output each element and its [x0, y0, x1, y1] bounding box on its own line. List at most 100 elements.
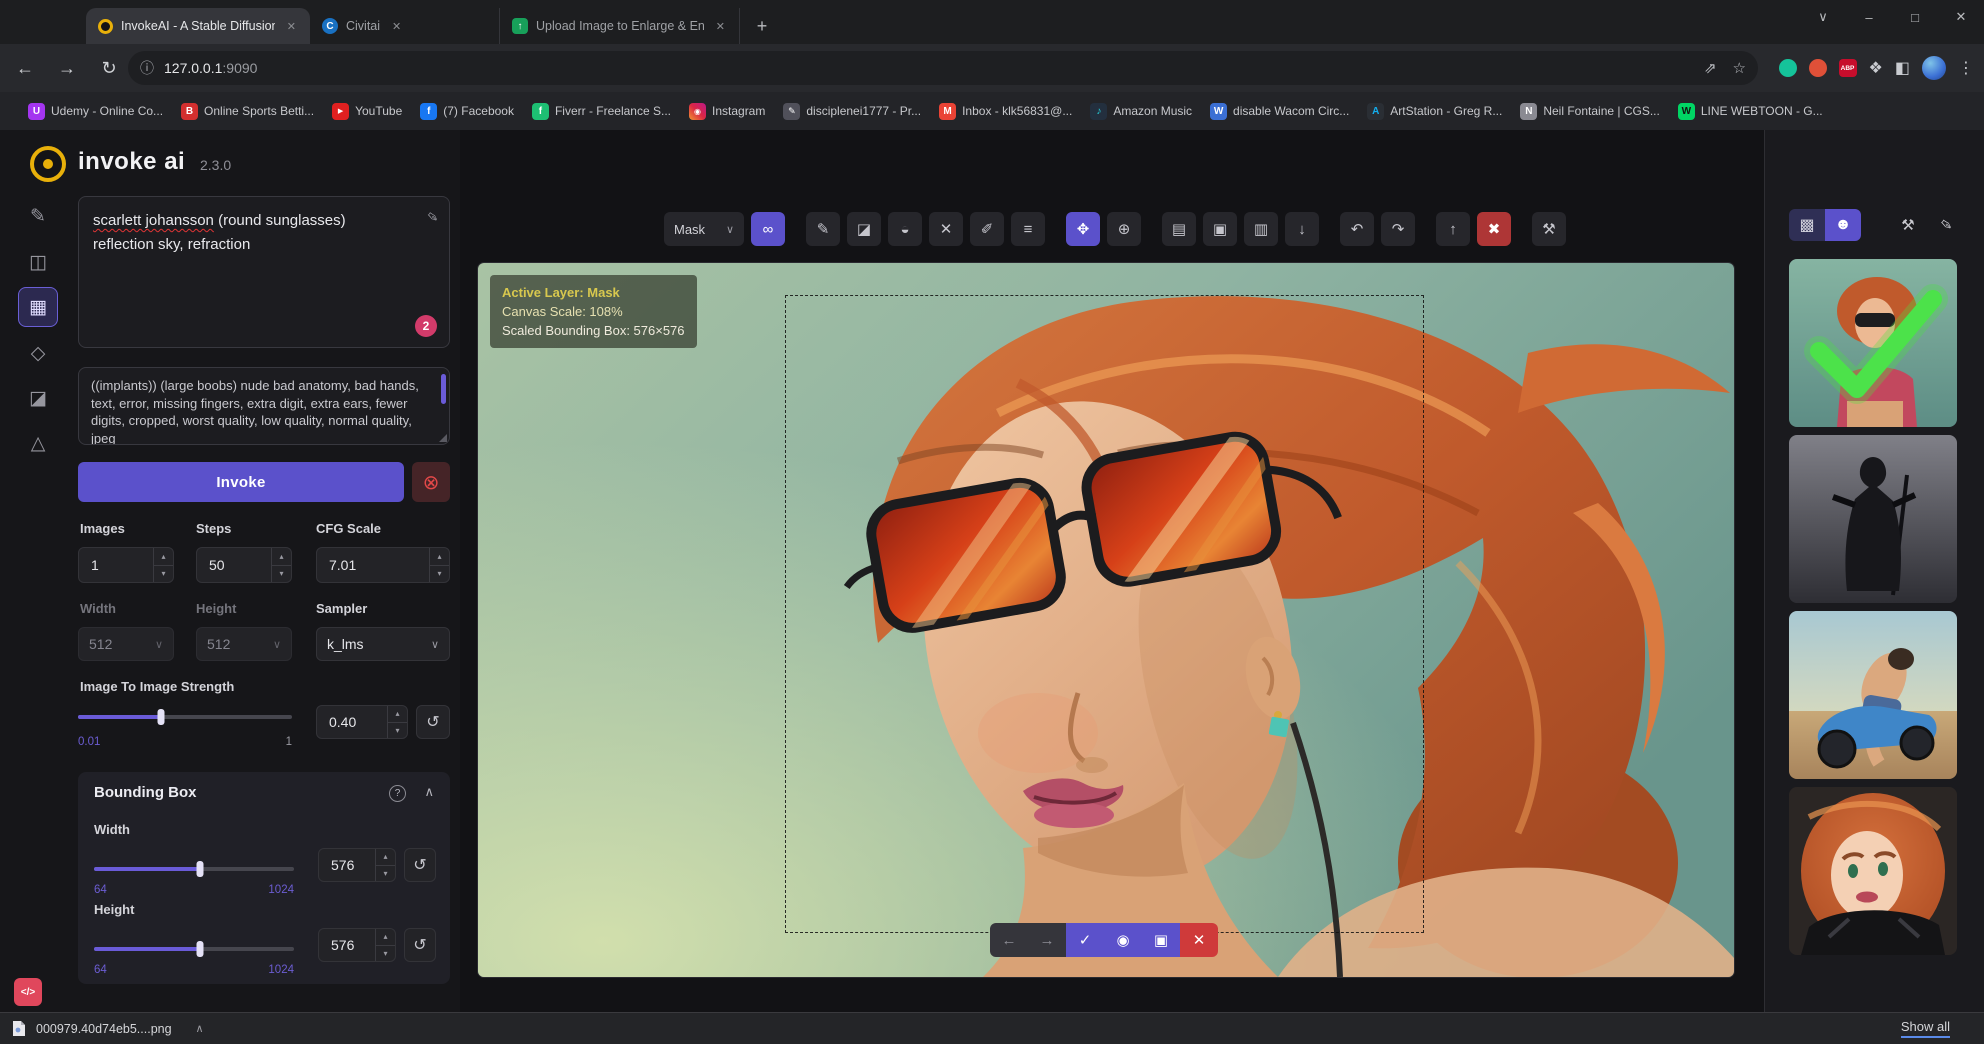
- merge-layers-button[interactable]: ▤: [1162, 212, 1196, 246]
- gallery-user-tab[interactable]: ☻: [1825, 209, 1861, 241]
- bounding-box-outline[interactable]: [785, 295, 1424, 933]
- scrollbar-thumb[interactable]: [441, 374, 446, 404]
- tab-unified-canvas[interactable]: ▦: [18, 287, 58, 327]
- extension-red-icon[interactable]: [1809, 59, 1827, 77]
- forward-button[interactable]: →: [50, 51, 84, 85]
- site-info-icon[interactable]: ⓘ: [140, 58, 154, 78]
- console-toggle-button[interactable]: </>: [14, 978, 42, 1006]
- color-picker-button[interactable]: ✐: [970, 212, 1004, 246]
- share-icon[interactable]: ⇗: [1704, 59, 1717, 77]
- collapse-icon[interactable]: ∧: [424, 784, 434, 800]
- height-select[interactable]: 512∨: [196, 627, 292, 661]
- download-image-button[interactable]: ↓: [1285, 212, 1319, 246]
- unified-canvas[interactable]: Active Layer: Mask Canvas Scale: 108% Sc…: [478, 263, 1734, 977]
- bookmark-sports[interactable]: BOnline Sports Betti...: [181, 103, 314, 120]
- save-staging-button[interactable]: ▣: [1142, 923, 1180, 957]
- bbox-height-input[interactable]: 576 ▴▾: [318, 928, 396, 962]
- stepper[interactable]: ▴▾: [153, 548, 173, 582]
- extension-grammarly-icon[interactable]: [1779, 59, 1797, 77]
- width-select[interactable]: 512∨: [78, 627, 174, 661]
- resize-grip[interactable]: [439, 434, 447, 442]
- invoke-button[interactable]: Invoke: [78, 462, 404, 502]
- browser-tab-invokeai[interactable]: InvokeAI - A Stable Diffusion Tou... ✕: [86, 8, 310, 44]
- bookmark-youtube[interactable]: ▶YouTube: [332, 103, 402, 120]
- reload-button[interactable]: ↻: [92, 51, 126, 85]
- tab-text-to-image[interactable]: ✎: [18, 196, 58, 236]
- bookmark-instagram[interactable]: ◉Instagram: [689, 103, 765, 120]
- download-item[interactable]: 000979.40d74eb5....png ∧: [12, 1020, 204, 1037]
- i2i-strength-slider[interactable]: [78, 708, 292, 724]
- bookmark-inbox[interactable]: MInbox - klk56831@...: [939, 103, 1072, 120]
- tab-search-icon[interactable]: ∨: [1800, 0, 1846, 34]
- bookmark-fiverr[interactable]: fFiverr - Freelance S...: [532, 103, 671, 120]
- help-icon[interactable]: ?: [389, 785, 406, 802]
- save-to-gallery-button[interactable]: ▣: [1203, 212, 1237, 246]
- images-input[interactable]: 1 ▴▾: [78, 547, 174, 583]
- tab-training[interactable]: △: [18, 423, 58, 463]
- back-button[interactable]: ←: [8, 51, 42, 85]
- bbox-height-slider[interactable]: [94, 940, 294, 956]
- side-panel-icon[interactable]: ◧: [1895, 58, 1910, 78]
- brush-options-button[interactable]: ≡: [1011, 212, 1045, 246]
- download-caret-icon[interactable]: ∧: [196, 1022, 204, 1035]
- gallery-settings-button[interactable]: ⚒: [1893, 210, 1923, 240]
- eraser-tool-button[interactable]: ◪: [847, 212, 881, 246]
- next-image-button[interactable]: →: [1028, 923, 1066, 957]
- gallery-thumbnail-3[interactable]: [1789, 611, 1957, 779]
- reset-view-button[interactable]: ⊕: [1107, 212, 1141, 246]
- bbox-height-reset-button[interactable]: ↺: [404, 928, 436, 962]
- stepper[interactable]: ▴▾: [387, 706, 407, 738]
- bbox-width-input[interactable]: 576 ▴▾: [318, 848, 396, 882]
- bookmark-webtoon[interactable]: WLINE WEBTOON - G...: [1678, 103, 1823, 120]
- minimize-button[interactable]: –: [1846, 0, 1892, 34]
- clear-mask-button[interactable]: ✕: [929, 212, 963, 246]
- move-tool-button[interactable]: ✥: [1066, 212, 1100, 246]
- stepper[interactable]: ▴▾: [375, 929, 395, 961]
- gallery-images-tab[interactable]: ▩: [1789, 209, 1825, 241]
- discard-image-button[interactable]: ✕: [1180, 923, 1218, 957]
- gallery-thumbnail-2[interactable]: [1789, 435, 1957, 603]
- cfg-scale-input[interactable]: 7.01 ▴▾: [316, 547, 450, 583]
- copy-to-clipboard-button[interactable]: ▥: [1244, 212, 1278, 246]
- layer-select[interactable]: Mask∨: [664, 212, 744, 246]
- accept-image-button[interactable]: ✓: [1066, 923, 1104, 957]
- bookmark-disciplenei[interactable]: ✎disciplenei1777 - Pr...: [783, 103, 921, 120]
- bookmark-neil-fontaine[interactable]: NNeil Fontaine | CGS...: [1520, 103, 1660, 120]
- bookmark-star-icon[interactable]: ☆: [1733, 59, 1746, 77]
- stepper[interactable]: ▴▾: [271, 548, 291, 582]
- prompt-input[interactable]: scarlett johansson (round sunglasses)ref…: [78, 196, 450, 348]
- bookmark-wacom[interactable]: Wdisable Wacom Circ...: [1210, 103, 1349, 120]
- gallery-pin-button[interactable]: ✑: [1931, 210, 1961, 240]
- gallery-thumbnail-1[interactable]: [1789, 259, 1957, 427]
- canvas-settings-button[interactable]: ⚒: [1532, 212, 1566, 246]
- tab-postprocessing[interactable]: ◪: [18, 378, 58, 418]
- previous-image-button[interactable]: ←: [990, 923, 1028, 957]
- redo-button[interactable]: ↷: [1381, 212, 1415, 246]
- negative-prompt-input[interactable]: ((implants)) (large boobs) nude bad anat…: [78, 367, 450, 445]
- bbox-width-reset-button[interactable]: ↺: [404, 848, 436, 882]
- maximize-button[interactable]: □: [1892, 0, 1938, 34]
- show-hide-button[interactable]: ◉: [1104, 923, 1142, 957]
- stepper[interactable]: ▴▾: [429, 548, 449, 582]
- stepper[interactable]: ▴▾: [375, 849, 395, 881]
- steps-input[interactable]: 50 ▴▾: [196, 547, 292, 583]
- address-bar[interactable]: ⓘ 127.0.0.1:9090 ⇗ ☆: [128, 51, 1758, 85]
- profile-avatar[interactable]: [1922, 56, 1946, 80]
- browser-tab-civitai[interactable]: C Civitai ✕: [310, 8, 500, 44]
- fill-tool-button[interactable]: ◒: [888, 212, 922, 246]
- i2i-strength-input[interactable]: 0.40 ▴▾: [316, 705, 408, 739]
- bbox-width-slider[interactable]: [94, 860, 294, 876]
- browser-tab-upscale[interactable]: ↑ Upload Image to Enlarge & Enla... ✕: [500, 8, 740, 44]
- bookmark-amazon-music[interactable]: ♪Amazon Music: [1090, 103, 1192, 120]
- bookmark-udemy[interactable]: UUdemy - Online Co...: [28, 103, 163, 120]
- sampler-select[interactable]: k_lms∨: [316, 627, 450, 661]
- extension-adblock-icon[interactable]: ABP: [1839, 59, 1857, 77]
- mask-toggle-button[interactable]: ∞: [751, 212, 785, 246]
- i2i-reset-button[interactable]: ↺: [416, 705, 450, 739]
- brush-tool-button[interactable]: ✎: [806, 212, 840, 246]
- gallery-thumbnail-4[interactable]: [1789, 787, 1957, 955]
- undo-button[interactable]: ↶: [1340, 212, 1374, 246]
- cancel-button[interactable]: ⊗: [412, 462, 450, 502]
- tab-close-icon[interactable]: ✕: [712, 18, 729, 35]
- new-tab-button[interactable]: +: [748, 12, 776, 40]
